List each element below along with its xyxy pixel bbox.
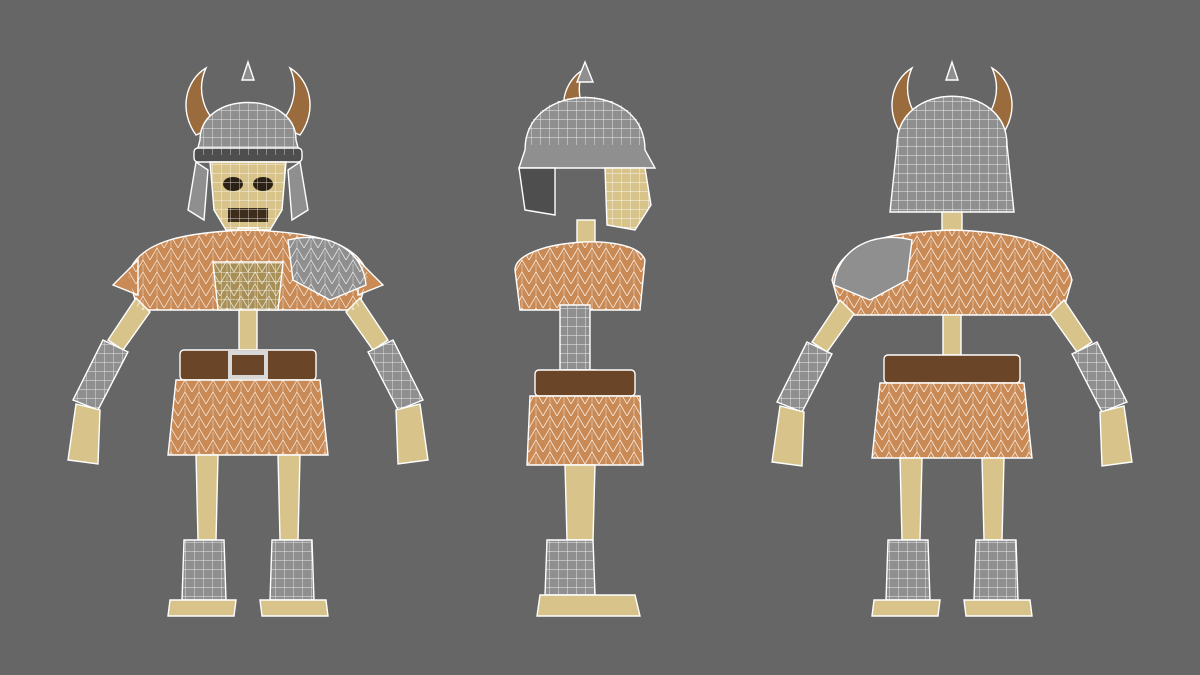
render-viewport: .bone { fill:#d8c48a; stroke:#ffffff; st… bbox=[0, 0, 1200, 675]
back-view bbox=[771, 59, 1133, 617]
front-view bbox=[66, 60, 430, 618]
wireframe-render: .bone { fill:#d8c48a; stroke:#ffffff; st… bbox=[66, 59, 1133, 618]
side-view bbox=[514, 60, 657, 617]
